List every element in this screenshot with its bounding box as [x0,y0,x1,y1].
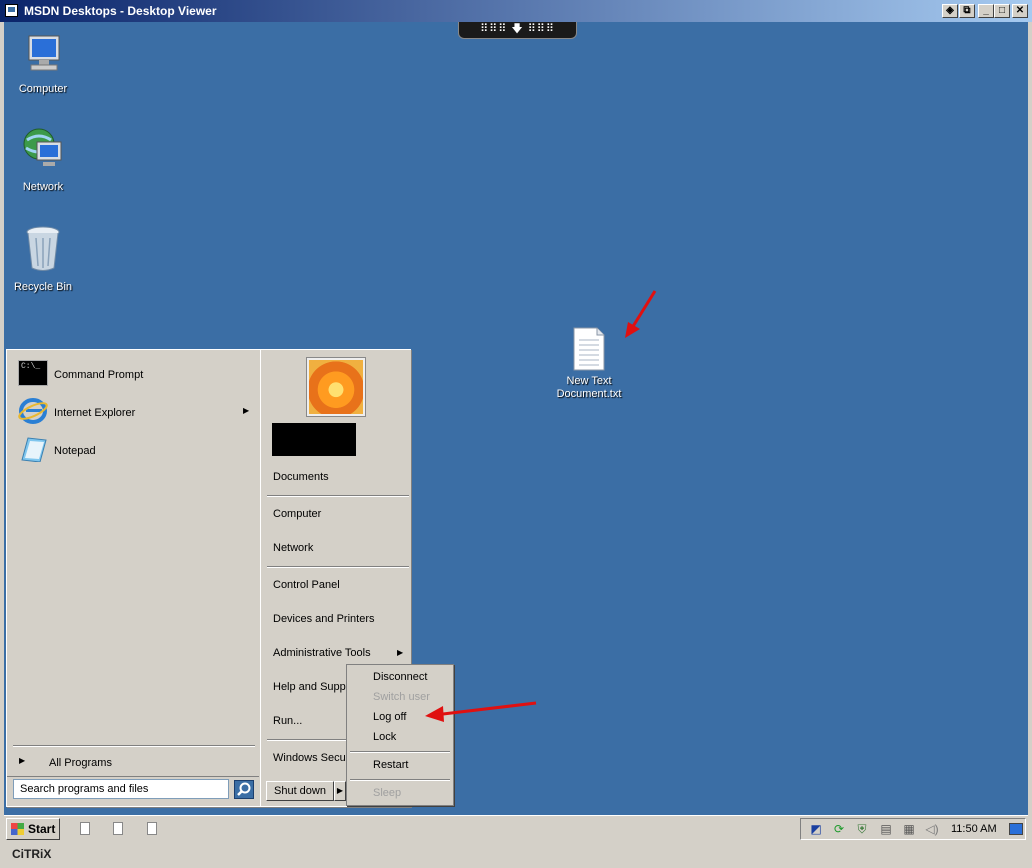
start-item-label: Internet Explorer [54,407,136,419]
all-programs-arrow-icon: ▶ [19,756,26,765]
submenu-arrow-icon: ▶ [397,648,404,657]
menu-item-switch-user: Switch user [373,691,430,703]
security-shield-icon[interactable]: ⛨ [855,822,869,836]
quicklaunch-document-icon[interactable] [80,822,90,835]
computer-icon [28,35,60,71]
show-desktop-icon[interactable] [1009,823,1023,835]
start-right-control-panel[interactable]: Control Panel [273,579,340,591]
devices-icon[interactable]: ▦ [902,822,916,836]
start-item-label: Command Prompt [54,369,144,381]
system-tray: ◩ ⟳ ⛨ ▤ ▦ ◁) 11:50 AM [800,818,1026,840]
menu-item-sleep: Sleep [373,787,402,799]
places-separator [267,495,409,497]
desktop-icon-recycle-bin[interactable]: Recycle Bin [4,224,83,294]
search-separator [7,776,259,777]
search-button[interactable] [234,780,254,799]
desktop-icon-computer[interactable]: Computer [4,32,83,96]
redacted-username [272,423,356,456]
app-icon [5,4,18,17]
quicklaunch-document-icon[interactable] [113,822,123,835]
internet-explorer-icon [18,398,48,424]
desktop-icon-network[interactable]: Network [4,126,83,194]
desktop-icon-label-line2: Document.txt [556,388,622,400]
menu-item-log-off[interactable]: Log off [373,711,406,723]
start-right-run[interactable]: Run... [273,715,302,727]
restore-viewer-button[interactable]: ⧉ [959,4,975,18]
minimize-button[interactable]: _ [978,4,994,18]
start-right-network[interactable]: Network [273,542,313,554]
text-document-icon [573,327,605,371]
toolbar-toggle-button[interactable]: ◈ [942,4,958,18]
network-icon [23,128,62,166]
start-item-notepad[interactable]: Notepad [15,433,255,469]
all-programs-button[interactable]: ▶ All Programs [13,752,255,772]
start-item-command-prompt[interactable]: C:\_ Command Prompt [15,357,255,393]
window-titlebar[interactable]: MSDN Desktops - Desktop Viewer ◈ ⧉ _ □ ✕ [0,0,1032,22]
window-title: MSDN Desktops - Desktop Viewer [24,4,217,18]
desktop-icon-label: Recycle Bin [13,281,73,293]
remote-session-icon[interactable]: ◩ [809,822,823,836]
start-menu-programs-pane: C:\_ Command Prompt Internet Explorer ▶ … [7,350,259,806]
taskbar: Start ◩ ⟳ ⛨ ▤ ▦ ◁) 11:50 AM [4,815,1028,842]
menu-item-lock[interactable]: Lock [373,731,396,743]
network-connection-icon[interactable]: ▤ [879,822,893,836]
programs-separator [13,745,255,747]
start-item-label: Notepad [54,445,96,457]
shut-down-options-button[interactable]: ▶ [334,781,346,801]
shut-down-button[interactable]: Shut down [266,781,334,801]
start-right-devices-printers[interactable]: Devices and Printers [273,613,375,625]
start-right-documents[interactable]: Documents [273,471,329,483]
refresh-icon[interactable]: ⟳ [832,822,846,836]
shutdown-options-menu: Disconnect Switch user Log off Lock Rest… [346,664,454,806]
notepad-icon [21,437,47,462]
submenu-arrow-icon: ▶ [243,406,250,415]
command-prompt-icon: C:\_ [18,360,48,386]
chevron-right-icon: ▶ [336,786,344,795]
start-label: Start [28,822,56,836]
desktop-icon-label: Network [22,181,64,193]
search-icon [237,782,251,796]
all-programs-label: All Programs [49,757,112,769]
start-item-internet-explorer[interactable]: Internet Explorer ▶ [15,395,255,431]
menu-item-disconnect[interactable]: Disconnect [373,671,427,683]
search-input[interactable]: Search programs and files [13,779,229,799]
close-button[interactable]: ✕ [1012,4,1028,18]
clock[interactable]: 11:50 AM [951,823,997,835]
start-right-computer[interactable]: Computer [273,508,321,520]
menu-separator [350,779,450,781]
menu-separator [350,751,450,753]
maximize-button[interactable]: □ [994,4,1010,18]
desktop-icon-new-text-document[interactable]: New Text Document.txt [549,326,629,401]
user-avatar[interactable] [307,358,365,416]
desktop-icon-label: Computer [18,83,68,95]
start-button[interactable]: Start [6,818,60,840]
menu-item-restart[interactable]: Restart [373,759,408,771]
start-right-admin-tools[interactable]: Administrative Tools [273,647,371,659]
viewer-toolbar-handle[interactable]: ⠿⠿⠿ 🡇 ⠿⠿⠿ [458,22,577,39]
volume-icon[interactable]: ◁) [925,822,939,836]
places-separator [267,566,409,568]
windows-logo-icon [11,823,24,835]
quicklaunch-document-icon[interactable] [147,822,157,835]
citrix-brand: CiTRiX [12,847,52,861]
recycle-bin-icon [26,226,60,271]
desktop-icon-label-line1: New Text [566,375,612,387]
